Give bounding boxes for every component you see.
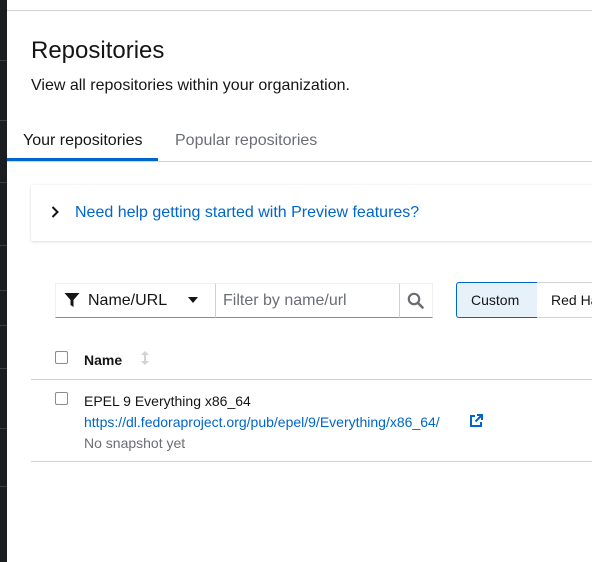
caret-down-icon: [188, 297, 198, 303]
content-viewport: Repositories View all repositories withi…: [7, 0, 592, 562]
chevron-right-icon[interactable]: [51, 206, 59, 221]
nav-divider: [0, 120, 7, 121]
snapshot-status: No snapshot yet: [84, 435, 186, 451]
tab-your-repositories[interactable]: Your repositories: [7, 126, 159, 161]
left-nav-edge: [0, 0, 7, 562]
search-placeholder: Filter by name/url: [223, 292, 347, 309]
select-all-checkbox[interactable]: [55, 351, 68, 364]
preview-help-expandable[interactable]: Need help getting started with Preview f…: [31, 185, 592, 241]
table-row: EPEL 9 Everything x86_64 https://dl.fedo…: [31, 380, 592, 462]
filter-icon: [64, 293, 80, 307]
column-header-name[interactable]: Name: [84, 351, 122, 369]
repository-url-link[interactable]: https://dl.fedoraproject.org/pub/epel/9/…: [84, 413, 440, 431]
page-subtitle: View all repositories within your organi…: [31, 77, 350, 94]
nav-divider: [0, 428, 7, 429]
nav-divider: [0, 368, 7, 369]
tab-popular-repositories[interactable]: Popular repositories: [159, 126, 333, 161]
toggle-custom[interactable]: Custom: [456, 282, 538, 318]
filter-attribute-select[interactable]: Name/URL: [55, 283, 217, 318]
search-button[interactable]: [399, 283, 433, 318]
nav-divider: [0, 245, 7, 246]
table-header-row: Name: [31, 339, 592, 380]
search-input[interactable]: Filter by name/url: [215, 283, 401, 318]
filter-attribute-label: Name/URL: [88, 292, 168, 309]
row-select-checkbox[interactable]: [55, 392, 68, 405]
main-content: Repositories View all repositories withi…: [7, 0, 592, 562]
nav-divider: [0, 60, 7, 61]
search-icon: [407, 292, 424, 309]
repository-name: EPEL 9 Everything x86_64: [84, 393, 251, 409]
repository-tabs: Your repositories Popular repositories: [7, 126, 592, 162]
nav-divider: [0, 290, 7, 291]
header-divider: [7, 10, 592, 11]
sort-icon[interactable]: [140, 350, 150, 366]
preview-help-toggle[interactable]: Need help getting started with Preview f…: [75, 203, 419, 223]
page-title: Repositories: [31, 37, 165, 64]
toggle-red-hat[interactable]: Red Ha: [537, 282, 592, 318]
nav-divider: [0, 486, 7, 487]
external-link-icon[interactable]: [469, 414, 483, 428]
nav-divider: [0, 182, 7, 183]
nav-divider: [0, 325, 7, 326]
